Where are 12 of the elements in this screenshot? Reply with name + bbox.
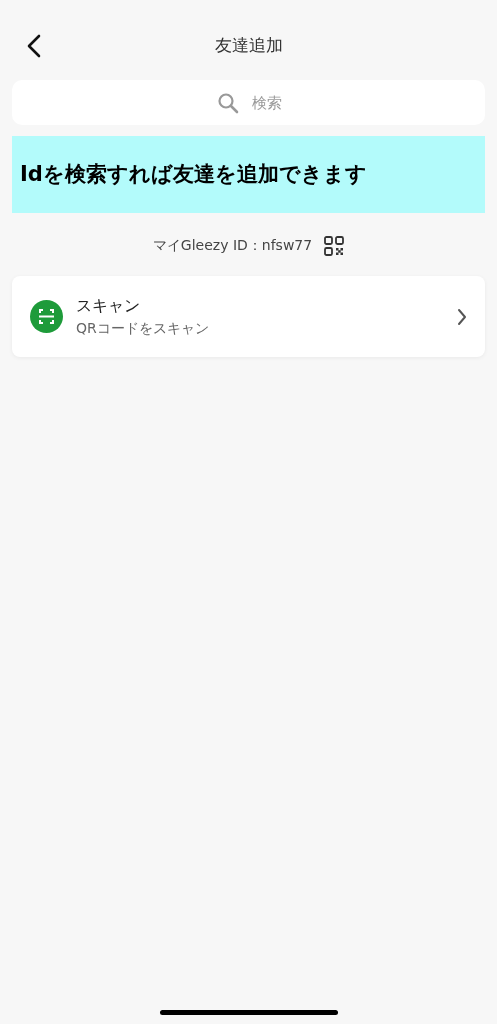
page-title: 友達追加 [214,34,283,58]
item-subtitle: QRコードをスキャン [76,319,210,338]
qr-code-icon[interactable] [324,235,345,256]
back-icon [26,34,42,58]
scan-icon [30,300,63,333]
banner-text: Idを検索すれば友達を追加できます [20,160,367,188]
search-icon [217,92,239,114]
my-id-text: マイGleezy ID：nfsw77 [152,236,313,255]
item-title: スキャン [76,295,141,317]
search-field[interactable]: 検索 [12,80,485,125]
scan-list-item[interactable]: スキャン QRコードをスキャン [12,276,485,357]
chevron-right-icon [457,307,467,326]
